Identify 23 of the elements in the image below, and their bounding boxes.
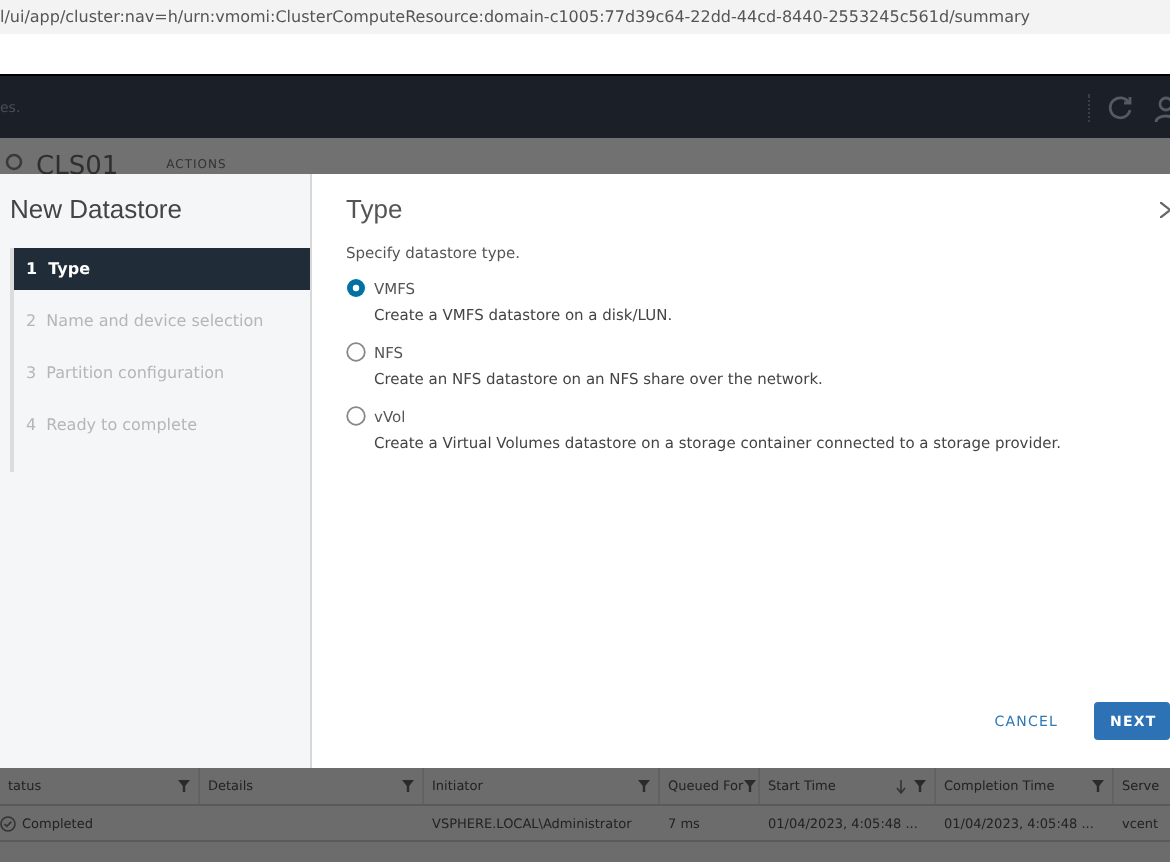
- refresh-icon: [1106, 93, 1134, 121]
- address-bar[interactable]: l/ui/app/cluster:nav=h/urn:vmomi:ClusterComputeResource:domain-c1005:77d39c64-22dd-44cd-8440-2553245c561d/summary: [0, 0, 1170, 34]
- check-circle-icon: [0, 815, 16, 831]
- wizard-step[interactable]: 1 Type: [14, 248, 310, 290]
- filter-icon: [1092, 780, 1104, 792]
- wizard-step[interactable]: 3 Partition configuration: [14, 352, 310, 394]
- user-icon: [1154, 93, 1170, 121]
- radio-button[interactable]: [346, 342, 366, 362]
- wizard-step[interactable]: 2 Name and device selection: [14, 300, 310, 342]
- wizard-title: New Datastore: [8, 194, 184, 224]
- close-icon: [1160, 201, 1170, 217]
- radio-button[interactable]: [346, 278, 366, 298]
- page-title: Type: [346, 194, 403, 224]
- url-text: l/ui/app/cluster:nav=h/urn:vmomi:ClusterComputeResource:domain-c1005:77d39c64-22dd-44cd-8440-2553245c561d/summary: [0, 8, 1031, 26]
- filter-icon: [178, 780, 190, 792]
- filter-icon: [402, 780, 414, 792]
- object-title: CLS01: [36, 154, 119, 174]
- filter-icon: [743, 780, 756, 792]
- radio-button[interactable]: [346, 406, 366, 426]
- filter-icon: [914, 780, 926, 792]
- sort-down-icon: [896, 779, 906, 793]
- filter-icon: [638, 780, 650, 792]
- wizard-step[interactable]: 4 Ready to complete: [14, 404, 310, 446]
